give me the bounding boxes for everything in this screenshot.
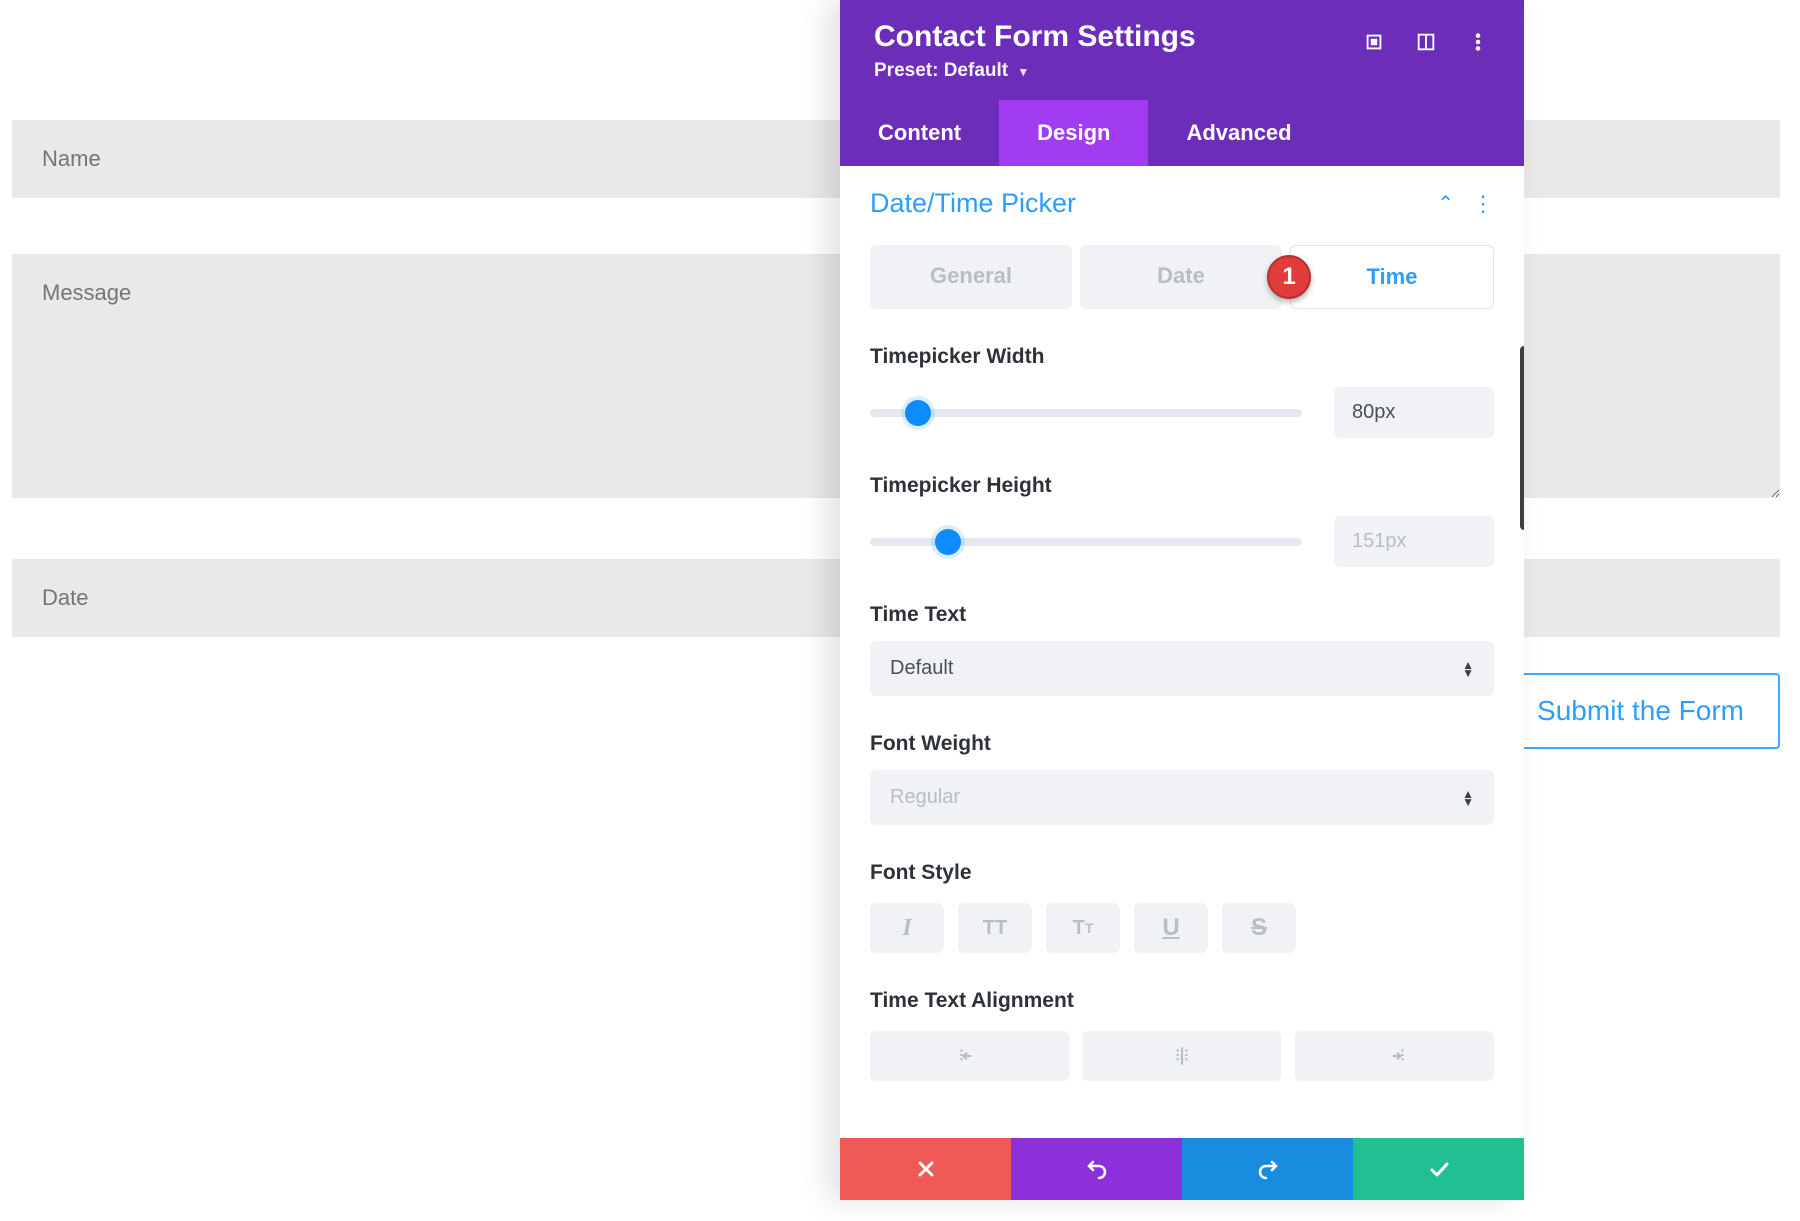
responsive-view-icon[interactable]: [1414, 30, 1438, 54]
strikethrough-icon[interactable]: S: [1222, 903, 1296, 953]
time-text-select[interactable]: Default ▲▼: [870, 641, 1494, 696]
subtab-date[interactable]: Date: [1080, 245, 1282, 309]
width-label: Timepicker Width: [870, 345, 1494, 369]
scrollbar[interactable]: [1520, 346, 1524, 530]
expand-icon[interactable]: [1362, 30, 1386, 54]
align-left-icon[interactable]: [870, 1031, 1069, 1081]
cancel-button[interactable]: [840, 1138, 1011, 1200]
smallcaps-icon[interactable]: TT: [1046, 903, 1120, 953]
preset-selector[interactable]: Preset: Default ▼: [874, 60, 1196, 82]
section-more-icon[interactable]: ⋮: [1472, 191, 1494, 217]
height-slider[interactable]: [870, 538, 1302, 546]
collapse-section-icon[interactable]: ⌃: [1437, 191, 1454, 216]
panel-header: Contact Form Settings Preset: Default ▼: [840, 0, 1524, 100]
submit-button[interactable]: Submit the Form: [1501, 673, 1780, 749]
section-title[interactable]: Date/Time Picker: [870, 188, 1076, 219]
font-weight-select[interactable]: Regular ▲▼: [870, 770, 1494, 825]
height-label: Timepicker Height: [870, 474, 1494, 498]
redo-button[interactable]: [1182, 1138, 1353, 1200]
align-center-icon[interactable]: [1083, 1031, 1282, 1081]
sub-tabs: General Date 1 Time: [870, 245, 1494, 309]
panel-footer: [840, 1138, 1524, 1200]
save-button[interactable]: [1353, 1138, 1524, 1200]
align-right-icon[interactable]: [1295, 1031, 1494, 1081]
alignment-label: Time Text Alignment: [870, 989, 1494, 1013]
select-caret-icon: ▲▼: [1462, 661, 1474, 677]
settings-panel: Contact Form Settings Preset: Default ▼ …: [840, 0, 1524, 1200]
slider-thumb[interactable]: [905, 400, 931, 426]
font-weight-value: Regular: [890, 786, 960, 809]
tab-advanced[interactable]: Advanced: [1148, 100, 1329, 166]
chevron-down-icon: ▼: [1017, 65, 1029, 79]
select-caret-icon: ▲▼: [1462, 790, 1474, 806]
subtab-time[interactable]: 1 Time: [1290, 245, 1494, 309]
time-text-value: Default: [890, 657, 953, 680]
underline-icon[interactable]: U: [1134, 903, 1208, 953]
width-slider[interactable]: [870, 409, 1302, 417]
italic-icon[interactable]: I: [870, 903, 944, 953]
subtab-time-label: Time: [1367, 264, 1418, 289]
subtab-general[interactable]: General: [870, 245, 1072, 309]
slider-thumb[interactable]: [935, 529, 961, 555]
tab-design[interactable]: Design: [999, 100, 1148, 166]
more-options-icon[interactable]: [1466, 30, 1490, 54]
panel-body: Date/Time Picker ⌃ ⋮ General Date 1 Time…: [840, 166, 1524, 1138]
width-value-input[interactable]: [1334, 387, 1494, 438]
font-style-label: Font Style: [870, 861, 1494, 885]
font-weight-label: Font Weight: [870, 732, 1494, 756]
uppercase-icon[interactable]: TT: [958, 903, 1032, 953]
undo-button[interactable]: [1011, 1138, 1182, 1200]
panel-tabs: Content Design Advanced: [840, 100, 1524, 166]
panel-title: Contact Form Settings: [874, 20, 1196, 54]
tab-content[interactable]: Content: [840, 100, 999, 166]
height-value-input[interactable]: [1334, 516, 1494, 567]
preset-label: Preset: Default: [874, 60, 1008, 81]
callout-badge: 1: [1267, 255, 1311, 299]
time-text-label: Time Text: [870, 603, 1494, 627]
